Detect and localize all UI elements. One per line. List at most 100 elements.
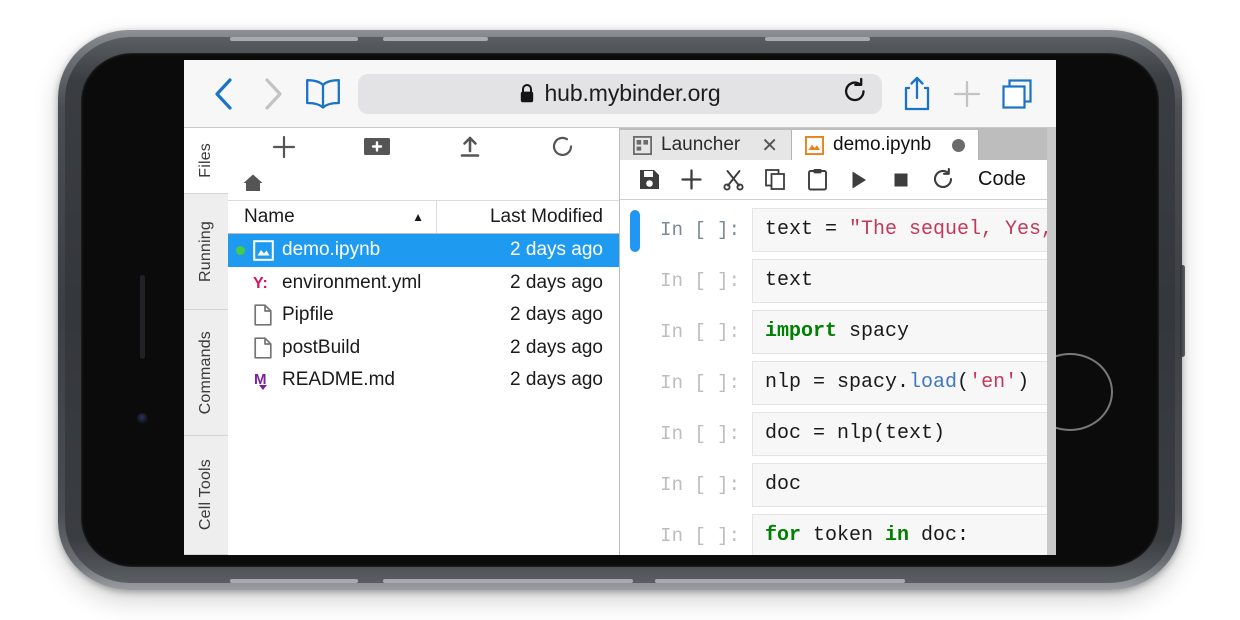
new-tab-button[interactable] bbox=[942, 70, 992, 118]
antenna-band bbox=[230, 579, 358, 583]
sidebar-item-cell-tools[interactable]: Cell Tools bbox=[184, 436, 228, 555]
column-header-last-modified[interactable]: Last Modified bbox=[437, 201, 619, 233]
jupyterlab-sidebar-tabs: Files Running Commands Cell Tools bbox=[184, 128, 228, 555]
code-token: text bbox=[765, 269, 813, 292]
code-token: 'en' bbox=[969, 371, 1017, 394]
power-button[interactable] bbox=[1180, 265, 1185, 357]
column-header-name[interactable]: Name ▲ bbox=[228, 201, 437, 233]
notebook-cell[interactable]: In [ ]: text bbox=[620, 259, 1056, 310]
antenna-band bbox=[383, 579, 633, 583]
active-cell-indicator bbox=[630, 261, 640, 303]
code-token: spacy bbox=[837, 320, 909, 343]
cell-editor[interactable]: text = "The sequel, Yes, bbox=[752, 208, 1056, 252]
upload-button[interactable] bbox=[424, 128, 517, 166]
sidebar-item-files[interactable]: Files bbox=[184, 128, 228, 194]
notebook-cell[interactable]: In [ ]: doc bbox=[620, 463, 1056, 514]
file-list: demo.ipynb 2 days ago Y: environment.yml… bbox=[228, 234, 619, 555]
file-browser-panel: Name ▲ Last Modified bbox=[228, 128, 620, 555]
back-button[interactable] bbox=[198, 70, 248, 118]
earpiece-speaker bbox=[140, 275, 145, 359]
code-token: nlp = spacy. bbox=[765, 371, 909, 394]
cut-button[interactable] bbox=[712, 160, 754, 200]
insert-cell-button[interactable] bbox=[670, 160, 712, 200]
file-list-header: Name ▲ Last Modified bbox=[228, 200, 619, 234]
bookmarks-button[interactable] bbox=[298, 70, 348, 118]
tab-demo-ipynb[interactable]: demo.ipynb bbox=[792, 130, 979, 160]
restart-button[interactable] bbox=[922, 160, 964, 200]
reload-button[interactable] bbox=[842, 77, 868, 110]
copy-button[interactable] bbox=[754, 160, 796, 200]
column-header-name-label: Name bbox=[244, 206, 295, 228]
run-button[interactable] bbox=[838, 160, 880, 200]
cell-prompt: In [ ]: bbox=[640, 361, 752, 405]
code-token: text = bbox=[765, 218, 849, 241]
running-indicator bbox=[228, 246, 248, 255]
file-list-item-pipfile[interactable]: Pipfile 2 days ago bbox=[228, 299, 619, 332]
new-folder-button[interactable] bbox=[331, 128, 424, 166]
active-cell-indicator bbox=[630, 465, 640, 507]
tab-label: demo.ipynb bbox=[833, 134, 931, 156]
file-icon bbox=[248, 304, 278, 326]
show-tabs-button[interactable] bbox=[992, 70, 1042, 118]
cell-editor[interactable]: doc bbox=[752, 463, 1056, 507]
unsaved-changes-indicator[interactable] bbox=[952, 139, 965, 152]
notebook-cell[interactable]: In [ ]: text = "The sequel, Yes, bbox=[620, 208, 1056, 259]
paste-button[interactable] bbox=[796, 160, 838, 200]
code-token: doc bbox=[765, 473, 801, 496]
stop-icon bbox=[892, 171, 910, 189]
sidebar-item-commands[interactable]: Commands bbox=[184, 310, 228, 436]
stop-button[interactable] bbox=[880, 160, 922, 200]
cell-type-dropdown[interactable]: Code bbox=[978, 160, 1026, 200]
refresh-button[interactable] bbox=[516, 128, 609, 166]
clipboard-icon bbox=[807, 168, 828, 191]
scissors-icon bbox=[722, 168, 745, 191]
notebook-tab-bar: Launcher ✕ demo.ipynb bbox=[620, 128, 1056, 160]
code-token: ( bbox=[957, 371, 969, 394]
launcher-icon bbox=[633, 136, 652, 155]
code-token: load bbox=[909, 371, 957, 394]
cell-prompt: In [ ]: bbox=[640, 412, 752, 456]
cell-editor[interactable]: nlp = spacy.load('en') bbox=[752, 361, 1056, 405]
column-header-last-modified-label: Last Modified bbox=[490, 206, 603, 228]
file-name: README.md bbox=[278, 369, 437, 391]
markdown-icon: M bbox=[248, 369, 278, 392]
cell-prompt: In [ ]: bbox=[640, 514, 752, 555]
code-token: in bbox=[885, 524, 909, 547]
book-icon bbox=[304, 77, 342, 111]
svg-text:Y:: Y: bbox=[253, 275, 268, 292]
address-bar[interactable]: hub.mybinder.org bbox=[358, 74, 882, 114]
file-browser-toolbar bbox=[228, 128, 619, 166]
breadcrumb[interactable] bbox=[228, 166, 619, 200]
notebook-cell[interactable]: In [ ]: import spacy bbox=[620, 310, 1056, 361]
yaml-icon: Y: bbox=[248, 272, 278, 293]
file-list-item-readme-md[interactable]: M README.md 2 days ago bbox=[228, 364, 619, 397]
notebook-cell[interactable]: In [ ]: doc = nlp(text) bbox=[620, 412, 1056, 463]
close-icon[interactable]: ✕ bbox=[761, 133, 778, 158]
sidebar-item-running[interactable]: Running bbox=[184, 194, 228, 310]
lock-icon bbox=[519, 83, 535, 104]
notebook-cell[interactable]: In [ ]: nlp = spacy.load('en') bbox=[620, 361, 1056, 412]
cell-editor[interactable]: import spacy bbox=[752, 310, 1056, 354]
sidebar-item-label: Cell Tools bbox=[197, 459, 215, 530]
cell-editor[interactable]: for token in doc: bbox=[752, 514, 1056, 555]
panel-scrollbar[interactable] bbox=[1047, 128, 1056, 555]
cell-editor[interactable]: text bbox=[752, 259, 1056, 303]
notebook-toolbar: Code bbox=[620, 160, 1056, 200]
sort-ascending-icon: ▲ bbox=[412, 210, 424, 224]
new-launcher-button[interactable] bbox=[238, 128, 331, 166]
tab-launcher[interactable]: Launcher ✕ bbox=[620, 130, 792, 160]
share-button[interactable] bbox=[892, 70, 942, 118]
notebook-cell-list: In [ ]: text = "The sequel, Yes, In [ ]:… bbox=[620, 200, 1056, 555]
file-list-item-postbuild[interactable]: postBuild 2 days ago bbox=[228, 332, 619, 365]
active-cell-indicator bbox=[630, 363, 640, 405]
forward-button[interactable] bbox=[248, 70, 298, 118]
cell-type-value: Code bbox=[978, 168, 1026, 191]
save-button[interactable] bbox=[628, 160, 670, 200]
file-name: Pipfile bbox=[278, 304, 437, 326]
file-list-item-environment-yml[interactable]: Y: environment.yml 2 days ago bbox=[228, 267, 619, 300]
upload-icon bbox=[458, 134, 482, 160]
cell-editor[interactable]: doc = nlp(text) bbox=[752, 412, 1056, 456]
file-list-item-demo-ipynb[interactable]: demo.ipynb 2 days ago bbox=[228, 234, 619, 267]
file-name: environment.yml bbox=[278, 272, 437, 294]
notebook-cell[interactable]: In [ ]: for token in doc: bbox=[620, 514, 1056, 555]
